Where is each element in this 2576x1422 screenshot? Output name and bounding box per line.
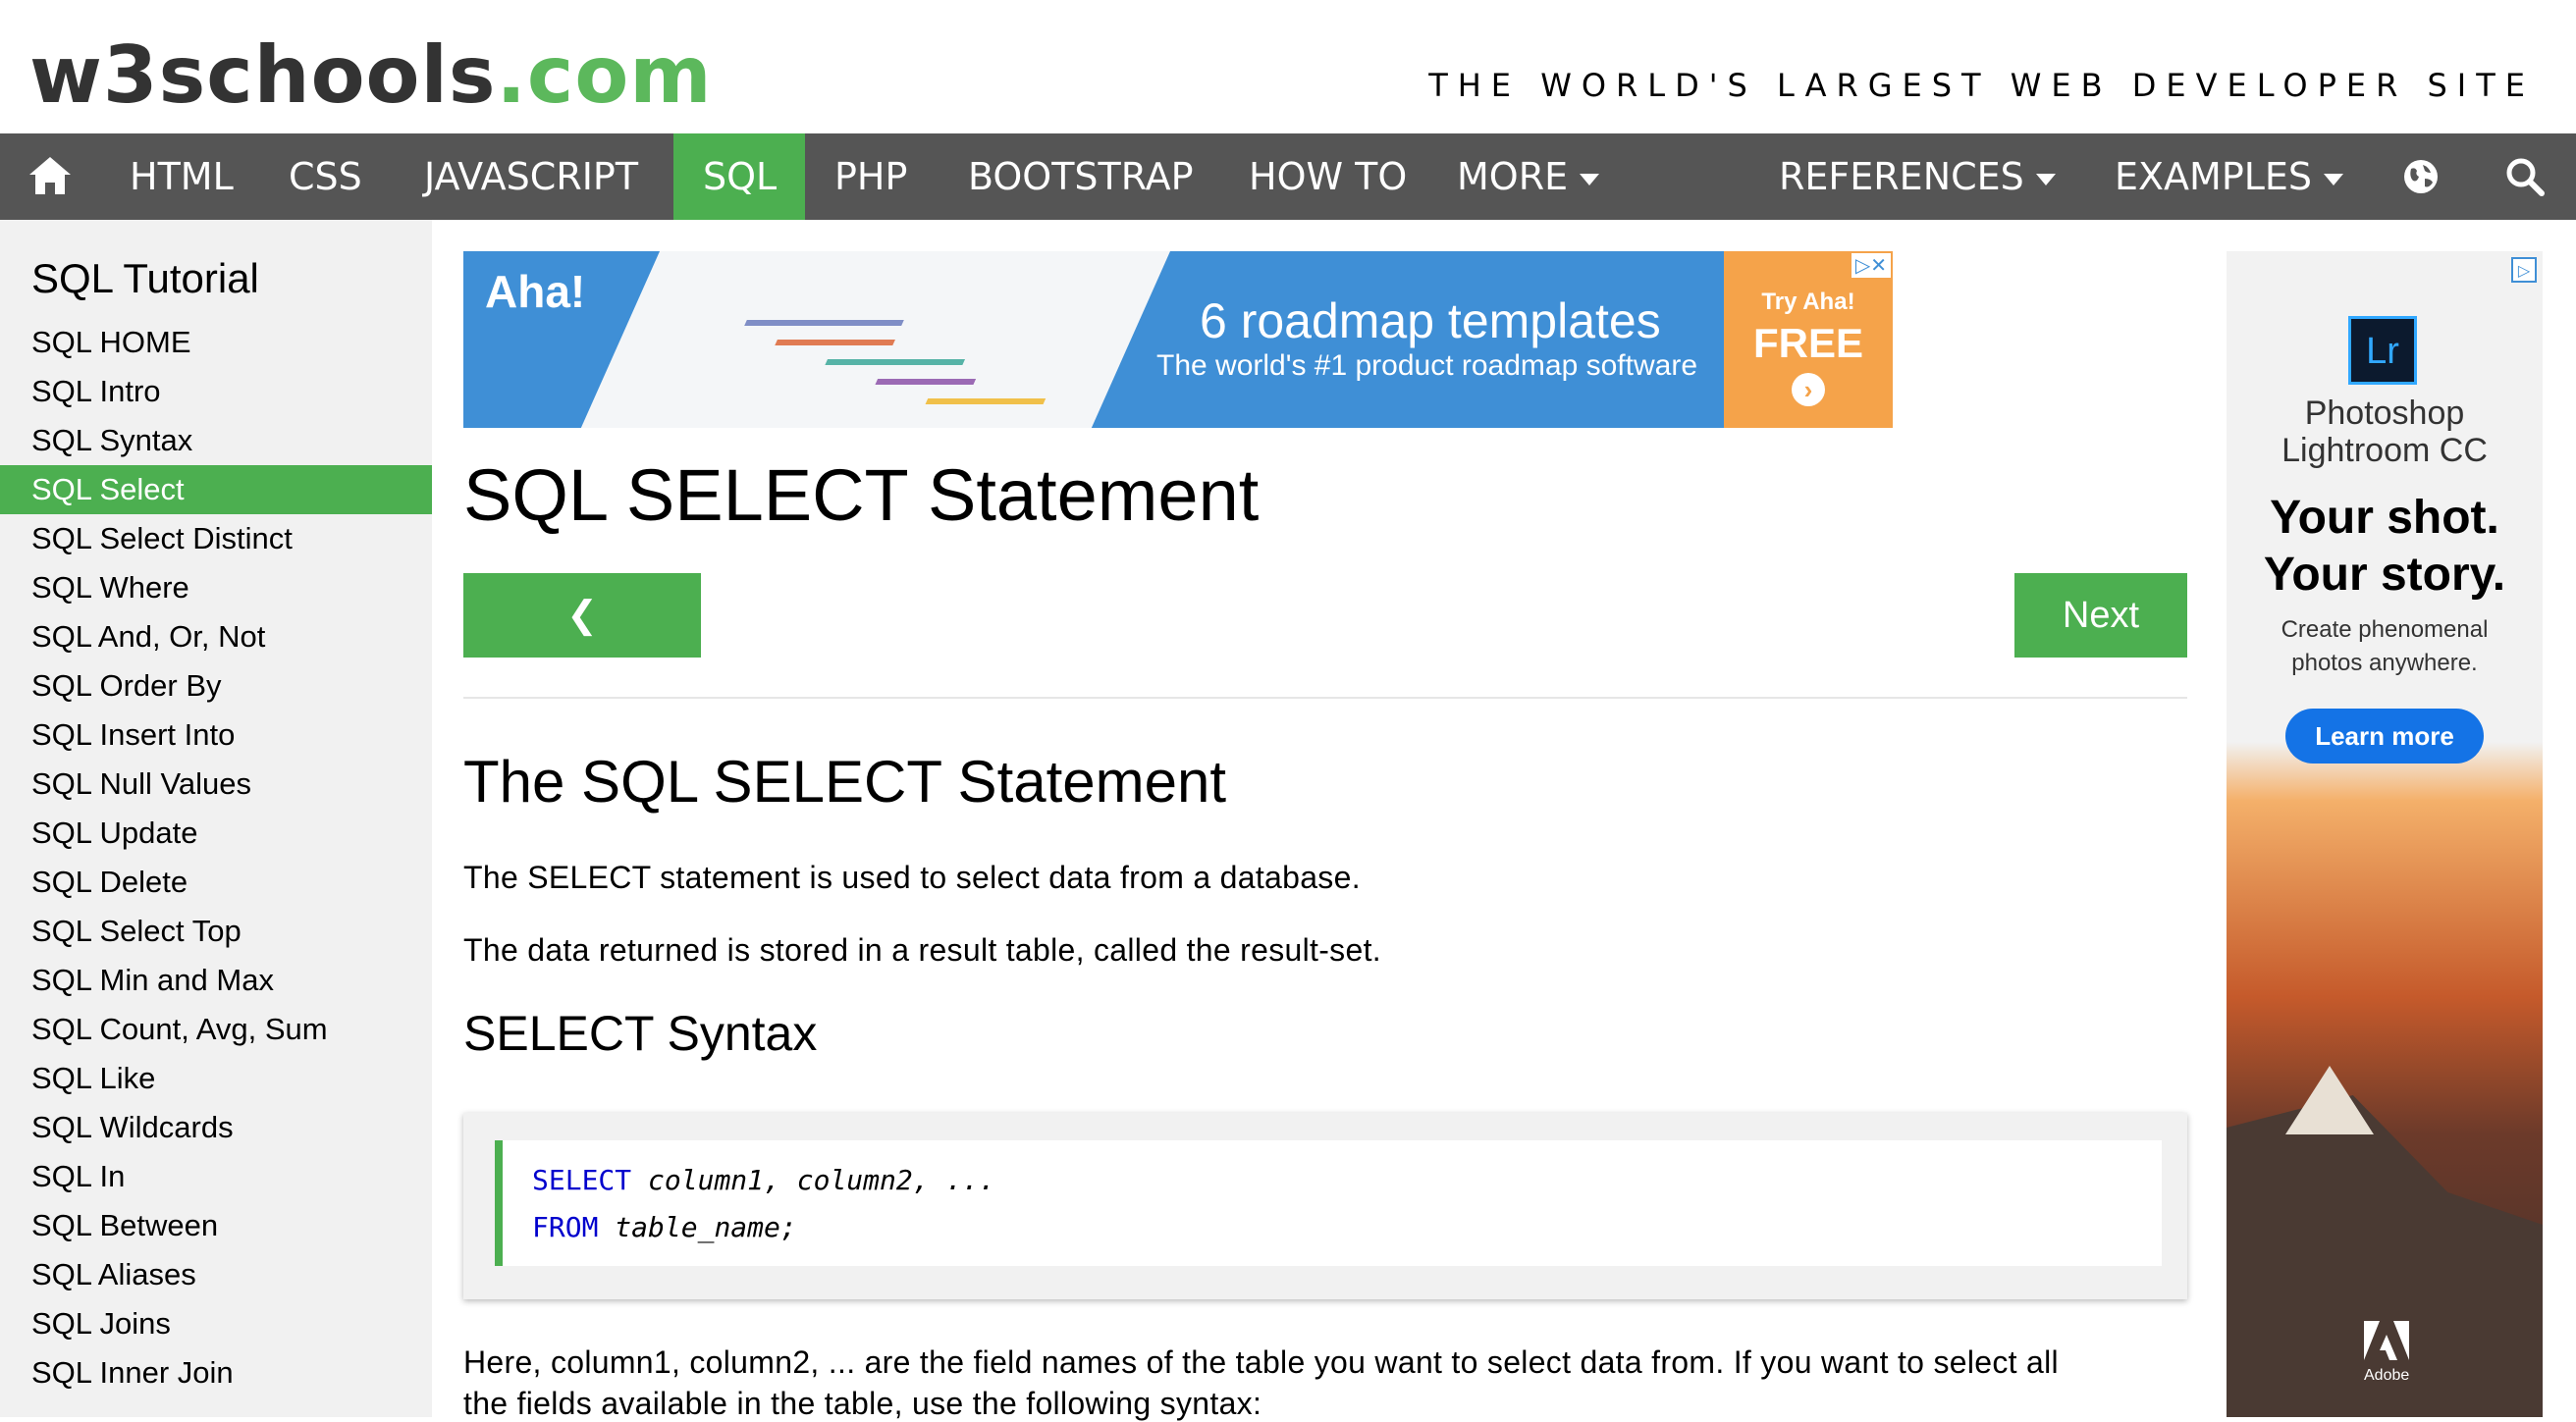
sidebar-item-sql-syntax[interactable]: SQL Syntax	[0, 416, 432, 465]
sidebar-item-sql-home[interactable]: SQL HOME	[0, 318, 432, 367]
paragraph-intro: The SELECT statement is used to select d…	[463, 860, 1361, 895]
sidebar-item-sql-delete[interactable]: SQL Delete	[0, 858, 432, 907]
sidebar-item-sql-where[interactable]: SQL Where	[0, 563, 432, 612]
ad-tent-image	[2285, 1066, 2374, 1134]
ad-banner[interactable]: Aha! 6 roadmap templates The world's #1 …	[463, 251, 1893, 428]
sidebar-item-sql-insert-into[interactable]: SQL Insert Into	[0, 711, 432, 760]
ad-headline-1: Your shot.	[2270, 492, 2499, 544]
code-line-2: FROM table_name;	[532, 1211, 797, 1243]
nav-php[interactable]: PHP	[805, 133, 937, 220]
sidebar-item-sql-between[interactable]: SQL Between	[0, 1201, 432, 1250]
code-block: SELECT column1, column2, ... FROM table_…	[495, 1140, 2162, 1266]
sidebar-item-sql-select-distinct[interactable]: SQL Select Distinct	[0, 514, 432, 563]
logo-suffix: .com	[496, 29, 713, 121]
logo-main: w3schools	[29, 29, 497, 121]
chevron-right-icon: ›	[1792, 373, 1825, 406]
caret-down-icon	[2035, 173, 2056, 185]
sidebar-item-sql-joins[interactable]: SQL Joins	[0, 1299, 432, 1348]
previous-button[interactable]: ❮ Previous	[463, 573, 701, 720]
nav-css[interactable]: CSS	[259, 133, 392, 220]
paragraph-explanation-2: the fields available in the table, use t…	[463, 1386, 1262, 1421]
ad-sidebar[interactable]: ▷ Lr Photoshop Lightroom CC Your shot. Y…	[2227, 251, 2543, 1417]
sidebar-item-sql-select[interactable]: SQL Select	[0, 465, 432, 514]
caret-down-icon	[1580, 173, 1600, 185]
code-keyword-from: FROM	[532, 1211, 599, 1243]
nav-javascript[interactable]: JAVASCRIPT	[395, 133, 668, 220]
nav-more[interactable]: MORE	[1427, 133, 1629, 220]
ad-cta-bottom: FREE	[1752, 320, 1863, 366]
nav-bootstrap[interactable]: BOOTSTRAP	[939, 133, 1223, 220]
sidebar-item-sql-in[interactable]: SQL In	[0, 1152, 432, 1201]
sidebar-item-sql-wildcards[interactable]: SQL Wildcards	[0, 1103, 432, 1152]
next-button[interactable]: Next ❯	[2014, 573, 2187, 720]
adobe-logo: Adobe	[2364, 1321, 2409, 1386]
code-example: SELECT column1, column2, ... FROM table_…	[463, 1113, 2187, 1299]
top-nav: HTML CSS JAVASCRIPT SQL PHP BOOTSTRAP HO…	[0, 133, 2576, 220]
nav-home[interactable]	[0, 133, 100, 220]
page-title: SQL SELECT Statement	[463, 454, 1260, 536]
nav-examples-label: EXAMPLES	[2115, 155, 2313, 198]
ad-headline-2: Your story.	[2263, 549, 2506, 601]
site-logo[interactable]: w3schools.com	[29, 29, 713, 121]
code-keyword-select: SELECT	[532, 1164, 632, 1196]
divider	[463, 697, 2187, 699]
nav-examples[interactable]: EXAMPLES	[2085, 133, 2373, 220]
sidebar-item-sql-inner-join[interactable]: SQL Inner Join	[0, 1348, 432, 1397]
sidebar-item-sql-like[interactable]: SQL Like	[0, 1054, 432, 1103]
ad-subline: The world's #1 product roadmap software	[1156, 349, 1698, 382]
globe-icon	[2403, 159, 2439, 194]
paragraph-result-set: The data returned is stored in a result …	[463, 932, 1381, 968]
syntax-title: SELECT Syntax	[463, 1006, 818, 1061]
ad-product-line-2: Lightroom CC	[2281, 432, 2488, 469]
sidebar-title: SQL Tutorial	[31, 255, 259, 301]
ad-close-icon[interactable]: ▷✕	[1851, 253, 1891, 278]
paragraph-explanation: Here, column1, column2, ... are the fiel…	[463, 1344, 2059, 1380]
lightroom-app-icon: Lr	[2348, 316, 2417, 385]
nav-html[interactable]: HTML	[100, 133, 263, 220]
ad-cta-top: Try Aha!	[1761, 289, 1855, 315]
sidebar-item-sql-and-or-not[interactable]: SQL And, Or, Not	[0, 612, 432, 661]
caret-down-icon	[2324, 173, 2344, 185]
code-line-1: SELECT column1, column2, ...	[532, 1164, 995, 1196]
adobe-brand: Adobe	[2364, 1367, 2410, 1384]
sidebar-item-sql-aliases[interactable]: SQL Aliases	[0, 1250, 432, 1299]
sidebar-item-sql-update[interactable]: SQL Update	[0, 809, 432, 858]
nav-how-to[interactable]: HOW TO	[1219, 133, 1436, 220]
adobe-icon	[2364, 1321, 2409, 1360]
nav-translate[interactable]	[2380, 133, 2464, 220]
ad-body-2: photos anywhere.	[2291, 650, 2478, 676]
code-table: table_name;	[598, 1211, 797, 1243]
ad-body-1: Create phenomenal	[2281, 616, 2489, 643]
ad-product-line-1: Photoshop	[2304, 395, 2465, 432]
sidebar-item-sql-min-and-max[interactable]: SQL Min and Max	[0, 956, 432, 1005]
nav-references-label: REFERENCES	[1779, 155, 2024, 198]
section-title: The SQL SELECT Statement	[463, 749, 1227, 815]
nav-search[interactable]	[2474, 133, 2576, 220]
ad-headline: 6 roadmap templates	[1200, 293, 1661, 348]
nav-more-label: MORE	[1457, 155, 1569, 198]
search-icon	[2505, 157, 2545, 196]
sidebar-item-sql-intro[interactable]: SQL Intro	[0, 367, 432, 416]
sidebar-item-sql-null-values[interactable]: SQL Null Values	[0, 760, 432, 809]
nav-sql[interactable]: SQL	[673, 133, 805, 220]
sidebar: SQL Tutorial SQL HOME SQL Intro SQL Syntax…	[0, 220, 432, 1417]
learn-more-button[interactable]: Learn more	[2285, 709, 2484, 764]
sidebar-item-sql-count-avg-sum[interactable]: SQL Count, Avg, Sum	[0, 1005, 432, 1054]
ad-choices-icon[interactable]: ▷	[2511, 257, 2537, 283]
sidebar-item-sql-select-top[interactable]: SQL Select Top	[0, 907, 432, 956]
ad-screenshot	[571, 251, 1170, 428]
home-icon	[29, 157, 71, 194]
nav-references[interactable]: REFERENCES	[1749, 133, 2085, 220]
ad-cta[interactable]: Try Aha! FREE ›	[1724, 251, 1893, 428]
ad-brand: Aha!	[485, 266, 586, 317]
site-tagline: THE WORLD'S LARGEST WEB DEVELOPER SITE	[1428, 67, 2535, 104]
sidebar-item-sql-order-by[interactable]: SQL Order By	[0, 661, 432, 711]
top-header: w3schools.com THE WORLD'S LARGEST WEB DE…	[0, 0, 2576, 133]
code-columns: column1, column2, ...	[631, 1164, 996, 1196]
